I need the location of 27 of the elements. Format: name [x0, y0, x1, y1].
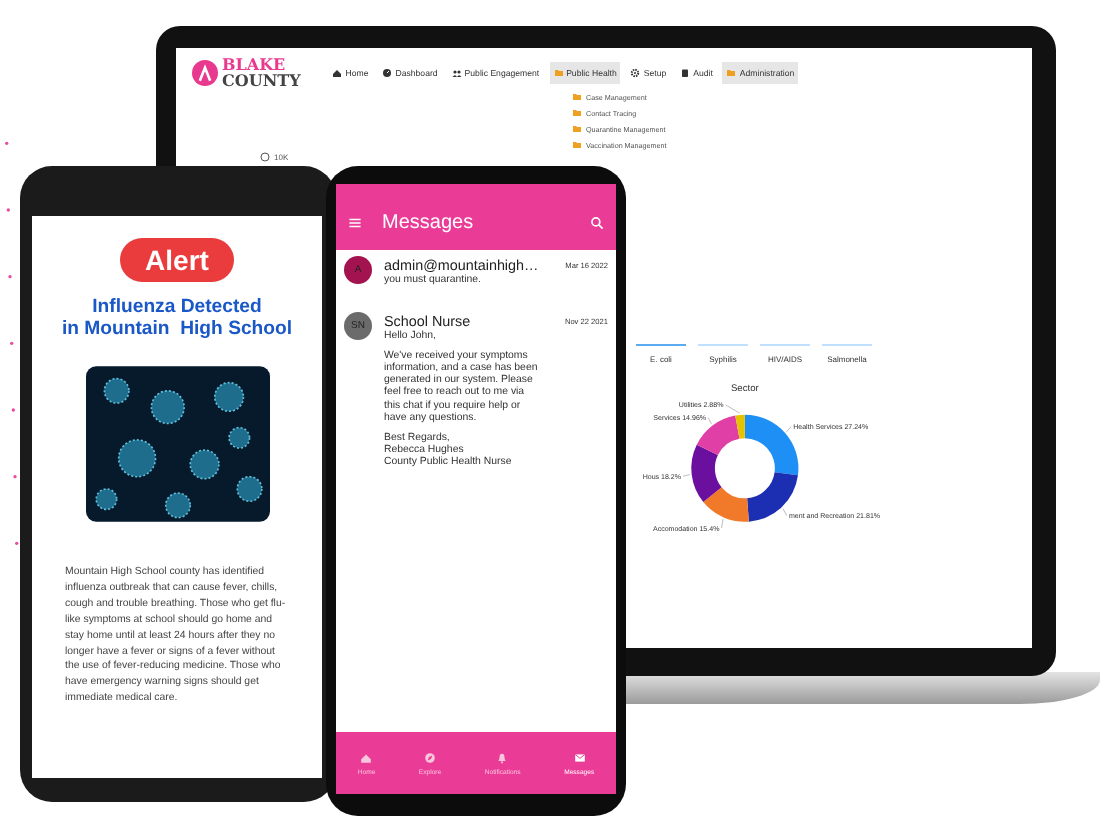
clipboard-icon — [680, 67, 691, 77]
gauge-icon — [382, 67, 393, 77]
leader-line — [682, 474, 691, 477]
leader-line — [786, 426, 792, 433]
leader-line — [707, 417, 712, 425]
app-title: Messages — [382, 212, 476, 234]
logo-text: BLAKE — [222, 56, 288, 72]
leader-line — [725, 404, 741, 414]
people-icon — [451, 67, 462, 77]
folder-icon — [726, 67, 737, 77]
home-icon — [332, 67, 343, 77]
bell-icon — [496, 751, 509, 763]
home-icon — [360, 751, 373, 763]
leader-line — [782, 508, 788, 516]
logo-text: COUNTY — [222, 72, 301, 88]
alert-headline: Influenza Detected — [90, 298, 264, 319]
alert-headline: in Mountain High School — [61, 319, 293, 340]
compass-icon — [424, 751, 437, 763]
search-icon[interactable] — [590, 216, 604, 230]
menu-icon[interactable] — [348, 216, 362, 230]
folder-icon — [553, 67, 564, 77]
circle-icon — [260, 152, 270, 162]
gear-icon — [630, 67, 641, 77]
alert-badge: Alert — [119, 238, 235, 282]
leader-line — [721, 518, 724, 529]
envelope-icon — [573, 751, 586, 763]
logo-icon — [192, 59, 218, 85]
